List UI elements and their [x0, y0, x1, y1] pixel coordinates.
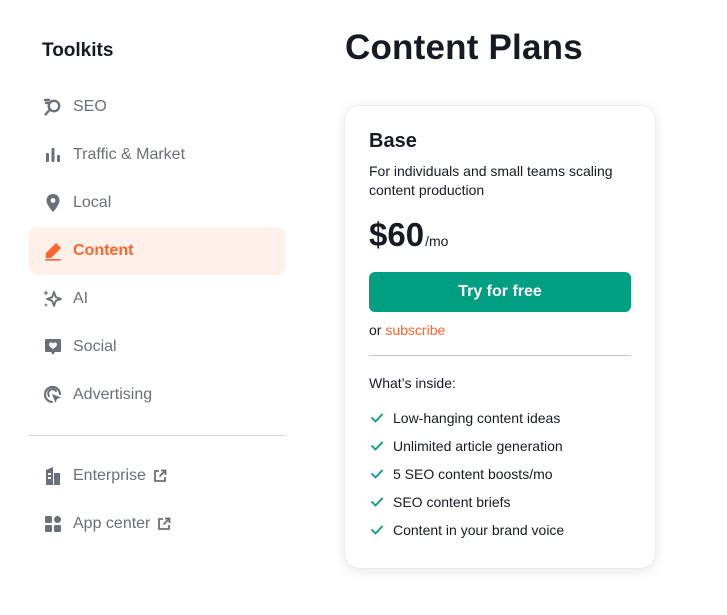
sidebar-item-label: Advertising [73, 386, 153, 403]
feature-item: SEO content briefs [369, 488, 564, 516]
sidebar-item-label: AI [73, 290, 89, 307]
sidebar-item-content[interactable]: Content [29, 227, 285, 275]
building-icon [42, 465, 64, 487]
sidebar-item-label: Local [73, 194, 112, 211]
apps-grid-icon [42, 513, 64, 535]
feature-label: Content in your brand voice [393, 522, 565, 538]
external-link-icon [157, 517, 171, 531]
feature-label: Low-hanging content ideas [393, 410, 561, 426]
card-divider [369, 355, 631, 356]
plan-price: $60 /mo [369, 216, 448, 254]
sidebar-item-seo[interactable]: SEO [29, 83, 285, 131]
cursor-target-icon [42, 384, 64, 406]
external-link-icon [153, 469, 167, 483]
pen-icon [42, 240, 64, 262]
sidebar-divider [29, 435, 285, 436]
bar-chart-icon [42, 144, 64, 166]
plan-card: Base For individuals and small teams sca… [345, 106, 655, 568]
subscribe-link[interactable]: subscribe [385, 322, 445, 338]
feature-label: 5 SEO content boosts/mo [393, 466, 553, 482]
check-icon [369, 522, 385, 538]
subscribe-line: or subscribe [369, 322, 445, 338]
sidebar-item-label: Social [73, 338, 117, 355]
map-pin-icon [42, 192, 64, 214]
plan-description: For individuals and small teams scaling … [369, 163, 613, 198]
feature-label: Unlimited article generation [393, 438, 563, 454]
sidebar-item-label: App center [73, 515, 151, 532]
page-title: Content Plans [345, 28, 583, 67]
sparkles-icon [42, 288, 64, 310]
sidebar-item-ai[interactable]: AI [29, 275, 285, 323]
sidebar-item-app-center[interactable]: App center [29, 500, 285, 548]
feature-item: 5 SEO content boosts/mo [369, 460, 564, 488]
sidebar-item-advertising[interactable]: Advertising [29, 371, 285, 419]
feature-item: Low-hanging content ideas [369, 404, 564, 432]
feature-item: Content in your brand voice [369, 516, 564, 544]
heart-chat-icon [42, 336, 64, 358]
check-icon [369, 466, 385, 482]
sidebar-item-social[interactable]: Social [29, 323, 285, 371]
check-icon [369, 494, 385, 510]
sidebar-item-label: Traffic & Market [73, 146, 186, 163]
check-icon [369, 410, 385, 426]
price-period: /mo [425, 233, 449, 249]
check-icon [369, 438, 385, 454]
sidebar-item-label: Enterprise [73, 467, 146, 484]
price-amount: $60 [369, 216, 425, 253]
feature-item: Unlimited article generation [369, 432, 564, 460]
sidebar-item-traffic-market[interactable]: Traffic & Market [29, 131, 285, 179]
sidebar-item-local[interactable]: Local [29, 179, 285, 227]
sidebar-item-label: Content [73, 242, 134, 259]
feature-list: Low-hanging content ideas Unlimited arti… [369, 404, 564, 544]
or-text: or [369, 322, 382, 338]
sidebar-item-label: SEO [73, 98, 107, 115]
seo-icon [42, 96, 64, 118]
sidebar-title: Toolkits [42, 40, 114, 61]
feature-label: SEO content briefs [393, 494, 511, 510]
whats-inside-heading: What’s inside: [369, 375, 456, 391]
plan-name: Base [369, 130, 417, 152]
try-for-free-button[interactable]: Try for free [369, 272, 631, 312]
sidebar-item-enterprise[interactable]: Enterprise [29, 452, 285, 500]
